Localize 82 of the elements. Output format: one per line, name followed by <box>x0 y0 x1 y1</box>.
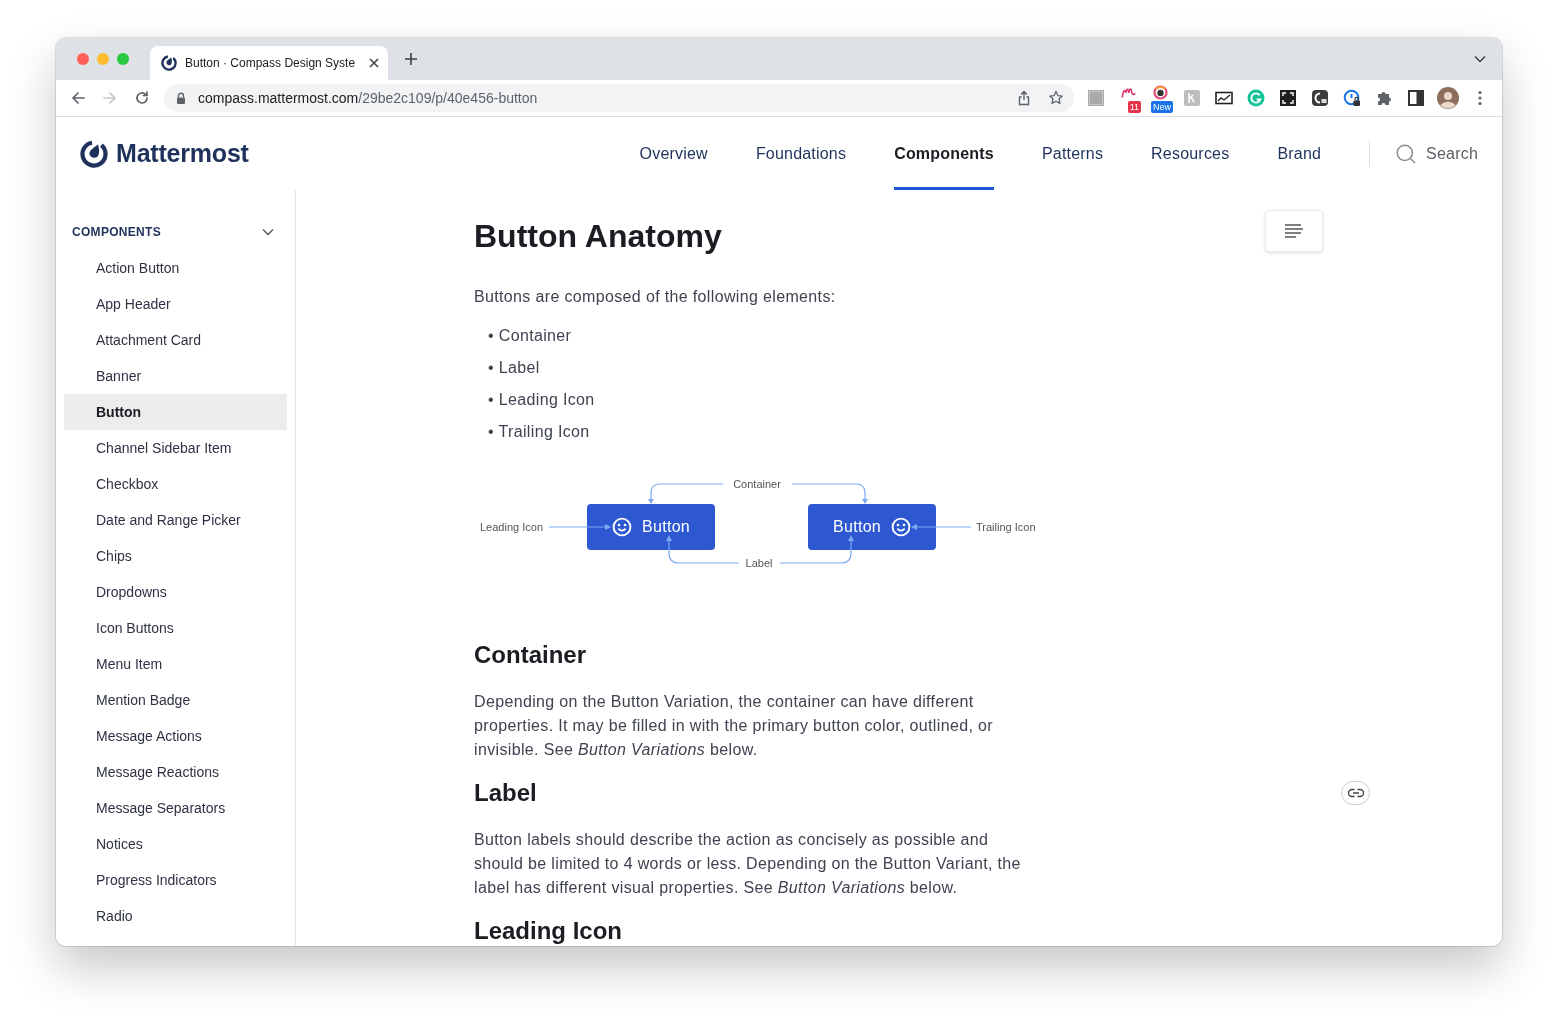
table-of-contents-button[interactable] <box>1265 210 1323 252</box>
lock-icon <box>176 92 186 104</box>
sidebar-link[interactable]: Button <box>64 394 287 430</box>
monitor-icon[interactable] <box>1215 89 1233 107</box>
tile-icon[interactable] <box>1087 89 1105 107</box>
close-icon[interactable] <box>368 57 380 69</box>
expand-icon[interactable] <box>1279 89 1297 107</box>
sidebar-link[interactable]: Mention Badge <box>64 682 287 718</box>
sidebar-link[interactable]: Dropdowns <box>64 574 287 610</box>
sidebar-link[interactable]: App Header <box>64 286 287 322</box>
arrow-right-icon <box>102 90 118 106</box>
nav-link[interactable]: Foundations <box>755 117 847 190</box>
callout-label: Leading Icon <box>480 520 543 534</box>
sidebar-link[interactable]: Chips <box>64 538 287 574</box>
anchor-link[interactable] <box>1341 781 1370 805</box>
section-heading: Container <box>474 641 586 669</box>
smiley-icon <box>891 517 912 537</box>
notification-badge: New <box>1151 101 1173 113</box>
sidebar-link[interactable]: Checkbox <box>64 466 287 502</box>
link-icon <box>1347 788 1364 798</box>
rounded-square-icon[interactable] <box>1311 89 1329 107</box>
sidebar-heading: COMPONENTS <box>72 225 161 239</box>
sidebar-link[interactable]: Attachment Card <box>64 322 287 358</box>
section-heading: Leading Icon <box>474 917 622 945</box>
sidebar-link[interactable]: Action Button <box>64 250 287 286</box>
sidebar-link[interactable]: Menu Item <box>64 646 287 682</box>
logo-icon <box>80 139 108 168</box>
sidebar-link[interactable]: Banner <box>64 358 287 394</box>
body-text: Depending on the Button Variation, the container can have different properties. It may be filled in with the primary button color, outlined, or invisible. See Button Variations below. <box>474 692 994 760</box>
share-icon[interactable] <box>1016 90 1032 106</box>
browser-tab[interactable]: Button · Compass Design Syste <box>150 46 388 80</box>
star-icon[interactable] <box>1048 90 1064 106</box>
intro-text: Buttons are composed of the following elements: <box>474 287 837 307</box>
script-icon[interactable] <box>1120 85 1136 100</box>
chevron-down-icon[interactable] <box>1474 55 1486 63</box>
page-title: Button Anatomy <box>474 217 722 256</box>
nav-link[interactable]: Brand <box>1277 117 1322 190</box>
sidebar-link[interactable]: Date and Range Picker <box>64 502 287 538</box>
nav-link[interactable]: Resources <box>1151 117 1230 190</box>
more-icon[interactable] <box>1478 90 1482 106</box>
sidebar-link[interactable]: Message Separators <box>64 790 287 826</box>
puzzle-icon[interactable] <box>1375 89 1393 107</box>
lock-circle-icon[interactable] <box>1343 89 1361 107</box>
arrow-left-icon <box>70 90 86 106</box>
logo-icon <box>161 55 177 71</box>
sidebar-link[interactable]: Progress Indicators <box>64 862 287 898</box>
nav-link[interactable]: Overview <box>639 117 708 190</box>
button-label: Button <box>641 518 691 536</box>
camera-icon[interactable] <box>1152 85 1168 100</box>
callout-label: Label <box>745 556 773 570</box>
nav-link[interactable]: Patterns <box>1041 117 1104 190</box>
list-item: • Leading Icon <box>488 390 596 410</box>
sidebar-link[interactable]: Radio <box>64 898 287 934</box>
sidebar-link[interactable]: Message Reactions <box>64 754 287 790</box>
sidebar-link[interactable]: Message Actions <box>64 718 287 754</box>
sidebar-link[interactable]: Channel Sidebar Item <box>64 430 287 466</box>
list-item: • Label <box>488 358 541 378</box>
body-text: Button labels should describe the action as concisely as possible and should be limited to 4 words or less. Depending on the Button Variant, the label has different visual properties. See Button Variations below. <box>474 830 1022 898</box>
url-text: compass.mattermost.com/29be2c109/p/40e456-button <box>198 90 538 106</box>
plus-icon[interactable] <box>404 52 418 66</box>
chevron-down-icon[interactable] <box>262 228 274 236</box>
list-item: • Container <box>488 326 573 346</box>
list-item: • Trailing Icon <box>488 422 591 442</box>
smiley-icon <box>611 517 632 537</box>
callout-arrow <box>548 524 611 530</box>
callout-arrow <box>911 524 972 530</box>
avatar-icon[interactable] <box>1437 87 1459 109</box>
home-logo-link[interactable]: Mattermost <box>80 139 249 168</box>
side-panel-icon[interactable] <box>1407 89 1425 107</box>
search-button[interactable]: Search <box>1396 143 1478 164</box>
sidebar-link[interactable]: Icon Buttons <box>64 610 287 646</box>
button-label: Button <box>832 518 882 536</box>
search-icon <box>1396 143 1417 164</box>
reload-icon <box>134 90 150 106</box>
letter-tile-icon[interactable] <box>1183 89 1201 107</box>
address-bar[interactable]: compass.mattermost.com/29be2c109/p/40e456-button <box>164 84 1074 112</box>
section-heading: Label <box>474 779 537 807</box>
sidebar-link[interactable]: Notices <box>64 826 287 862</box>
list-icon <box>1285 224 1303 238</box>
callout-label: Trailing Icon <box>976 520 1036 534</box>
notification-badge: 11 <box>1127 101 1141 113</box>
callout-label: Container <box>733 477 781 491</box>
